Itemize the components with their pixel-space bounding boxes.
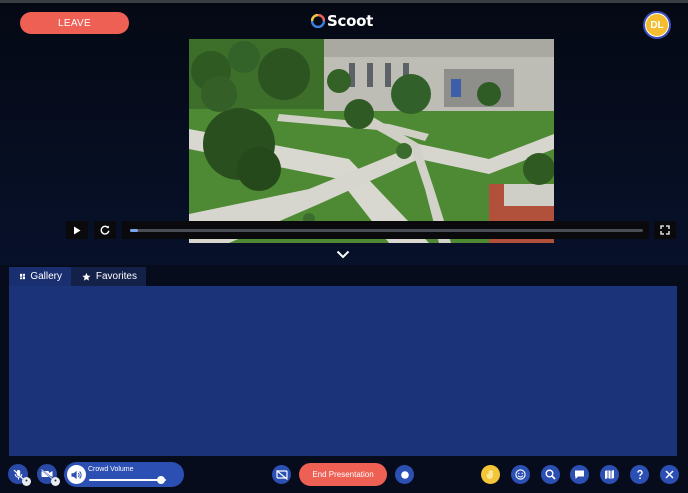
progress-track[interactable] bbox=[130, 229, 643, 232]
close-icon bbox=[665, 470, 674, 479]
camera-off-button[interactable]: • bbox=[37, 464, 60, 486]
map-icon bbox=[605, 470, 614, 479]
settings-badge-icon[interactable]: • bbox=[51, 477, 60, 486]
search-icon bbox=[545, 469, 556, 480]
crowd-volume-slider-track[interactable] bbox=[89, 479, 166, 481]
fullscreen-button[interactable] bbox=[654, 221, 676, 239]
gallery-panel bbox=[9, 286, 677, 456]
chevron-down-icon[interactable] bbox=[336, 250, 350, 259]
close-button[interactable] bbox=[660, 465, 679, 484]
settings-badge-icon[interactable]: • bbox=[22, 477, 31, 486]
leave-button[interactable]: LEAVE bbox=[20, 12, 129, 34]
chat-button[interactable] bbox=[570, 465, 589, 484]
video-player[interactable] bbox=[189, 39, 554, 243]
chat-icon bbox=[575, 470, 584, 479]
play-icon bbox=[74, 226, 81, 234]
stop-screen-share-button[interactable] bbox=[272, 465, 291, 484]
map-button[interactable] bbox=[600, 465, 619, 484]
record-button[interactable] bbox=[395, 465, 414, 484]
progress-fill bbox=[130, 229, 138, 232]
tab-favorites[interactable]: Favorites bbox=[71, 267, 146, 286]
reactions-button[interactable] bbox=[511, 465, 530, 484]
fullscreen-icon bbox=[660, 225, 670, 235]
star-icon bbox=[82, 272, 91, 281]
play-button[interactable] bbox=[66, 221, 88, 239]
replay-icon bbox=[100, 225, 110, 235]
crowd-volume-slider-thumb[interactable] bbox=[157, 476, 165, 484]
replay-button[interactable] bbox=[94, 221, 116, 239]
end-presentation-button[interactable]: End Presentation bbox=[299, 463, 387, 486]
video-progress-bar[interactable] bbox=[122, 221, 649, 239]
help-icon bbox=[636, 469, 643, 480]
screen-share-off-icon bbox=[275, 469, 288, 480]
raise-hand-button[interactable] bbox=[481, 465, 500, 484]
record-icon bbox=[400, 470, 409, 479]
campus-video-frame bbox=[189, 39, 554, 243]
help-button[interactable] bbox=[630, 465, 649, 484]
hand-icon bbox=[486, 469, 493, 480]
video-controls bbox=[66, 221, 678, 239]
scoot-logo-icon bbox=[311, 14, 325, 28]
grid-icon bbox=[20, 273, 26, 280]
crowd-volume-control[interactable]: Crowd Volume bbox=[64, 462, 184, 487]
user-avatar[interactable]: DL bbox=[643, 11, 671, 39]
microphone-off-icon bbox=[13, 469, 23, 479]
tab-gallery[interactable]: Gallery bbox=[9, 267, 71, 286]
mute-microphone-button[interactable]: • bbox=[8, 464, 31, 486]
logo-text: Scoot bbox=[327, 12, 373, 30]
tab-gallery-label: Gallery bbox=[30, 271, 62, 282]
speaker-icon[interactable] bbox=[67, 465, 86, 484]
emoji-icon bbox=[515, 469, 526, 480]
tab-favorites-label: Favorites bbox=[95, 271, 137, 282]
crowd-volume-label: Crowd Volume bbox=[88, 466, 134, 473]
app-logo: Scoot bbox=[311, 11, 373, 31]
search-button[interactable] bbox=[541, 465, 560, 484]
gallery-tabs: Gallery Favorites bbox=[9, 267, 146, 286]
